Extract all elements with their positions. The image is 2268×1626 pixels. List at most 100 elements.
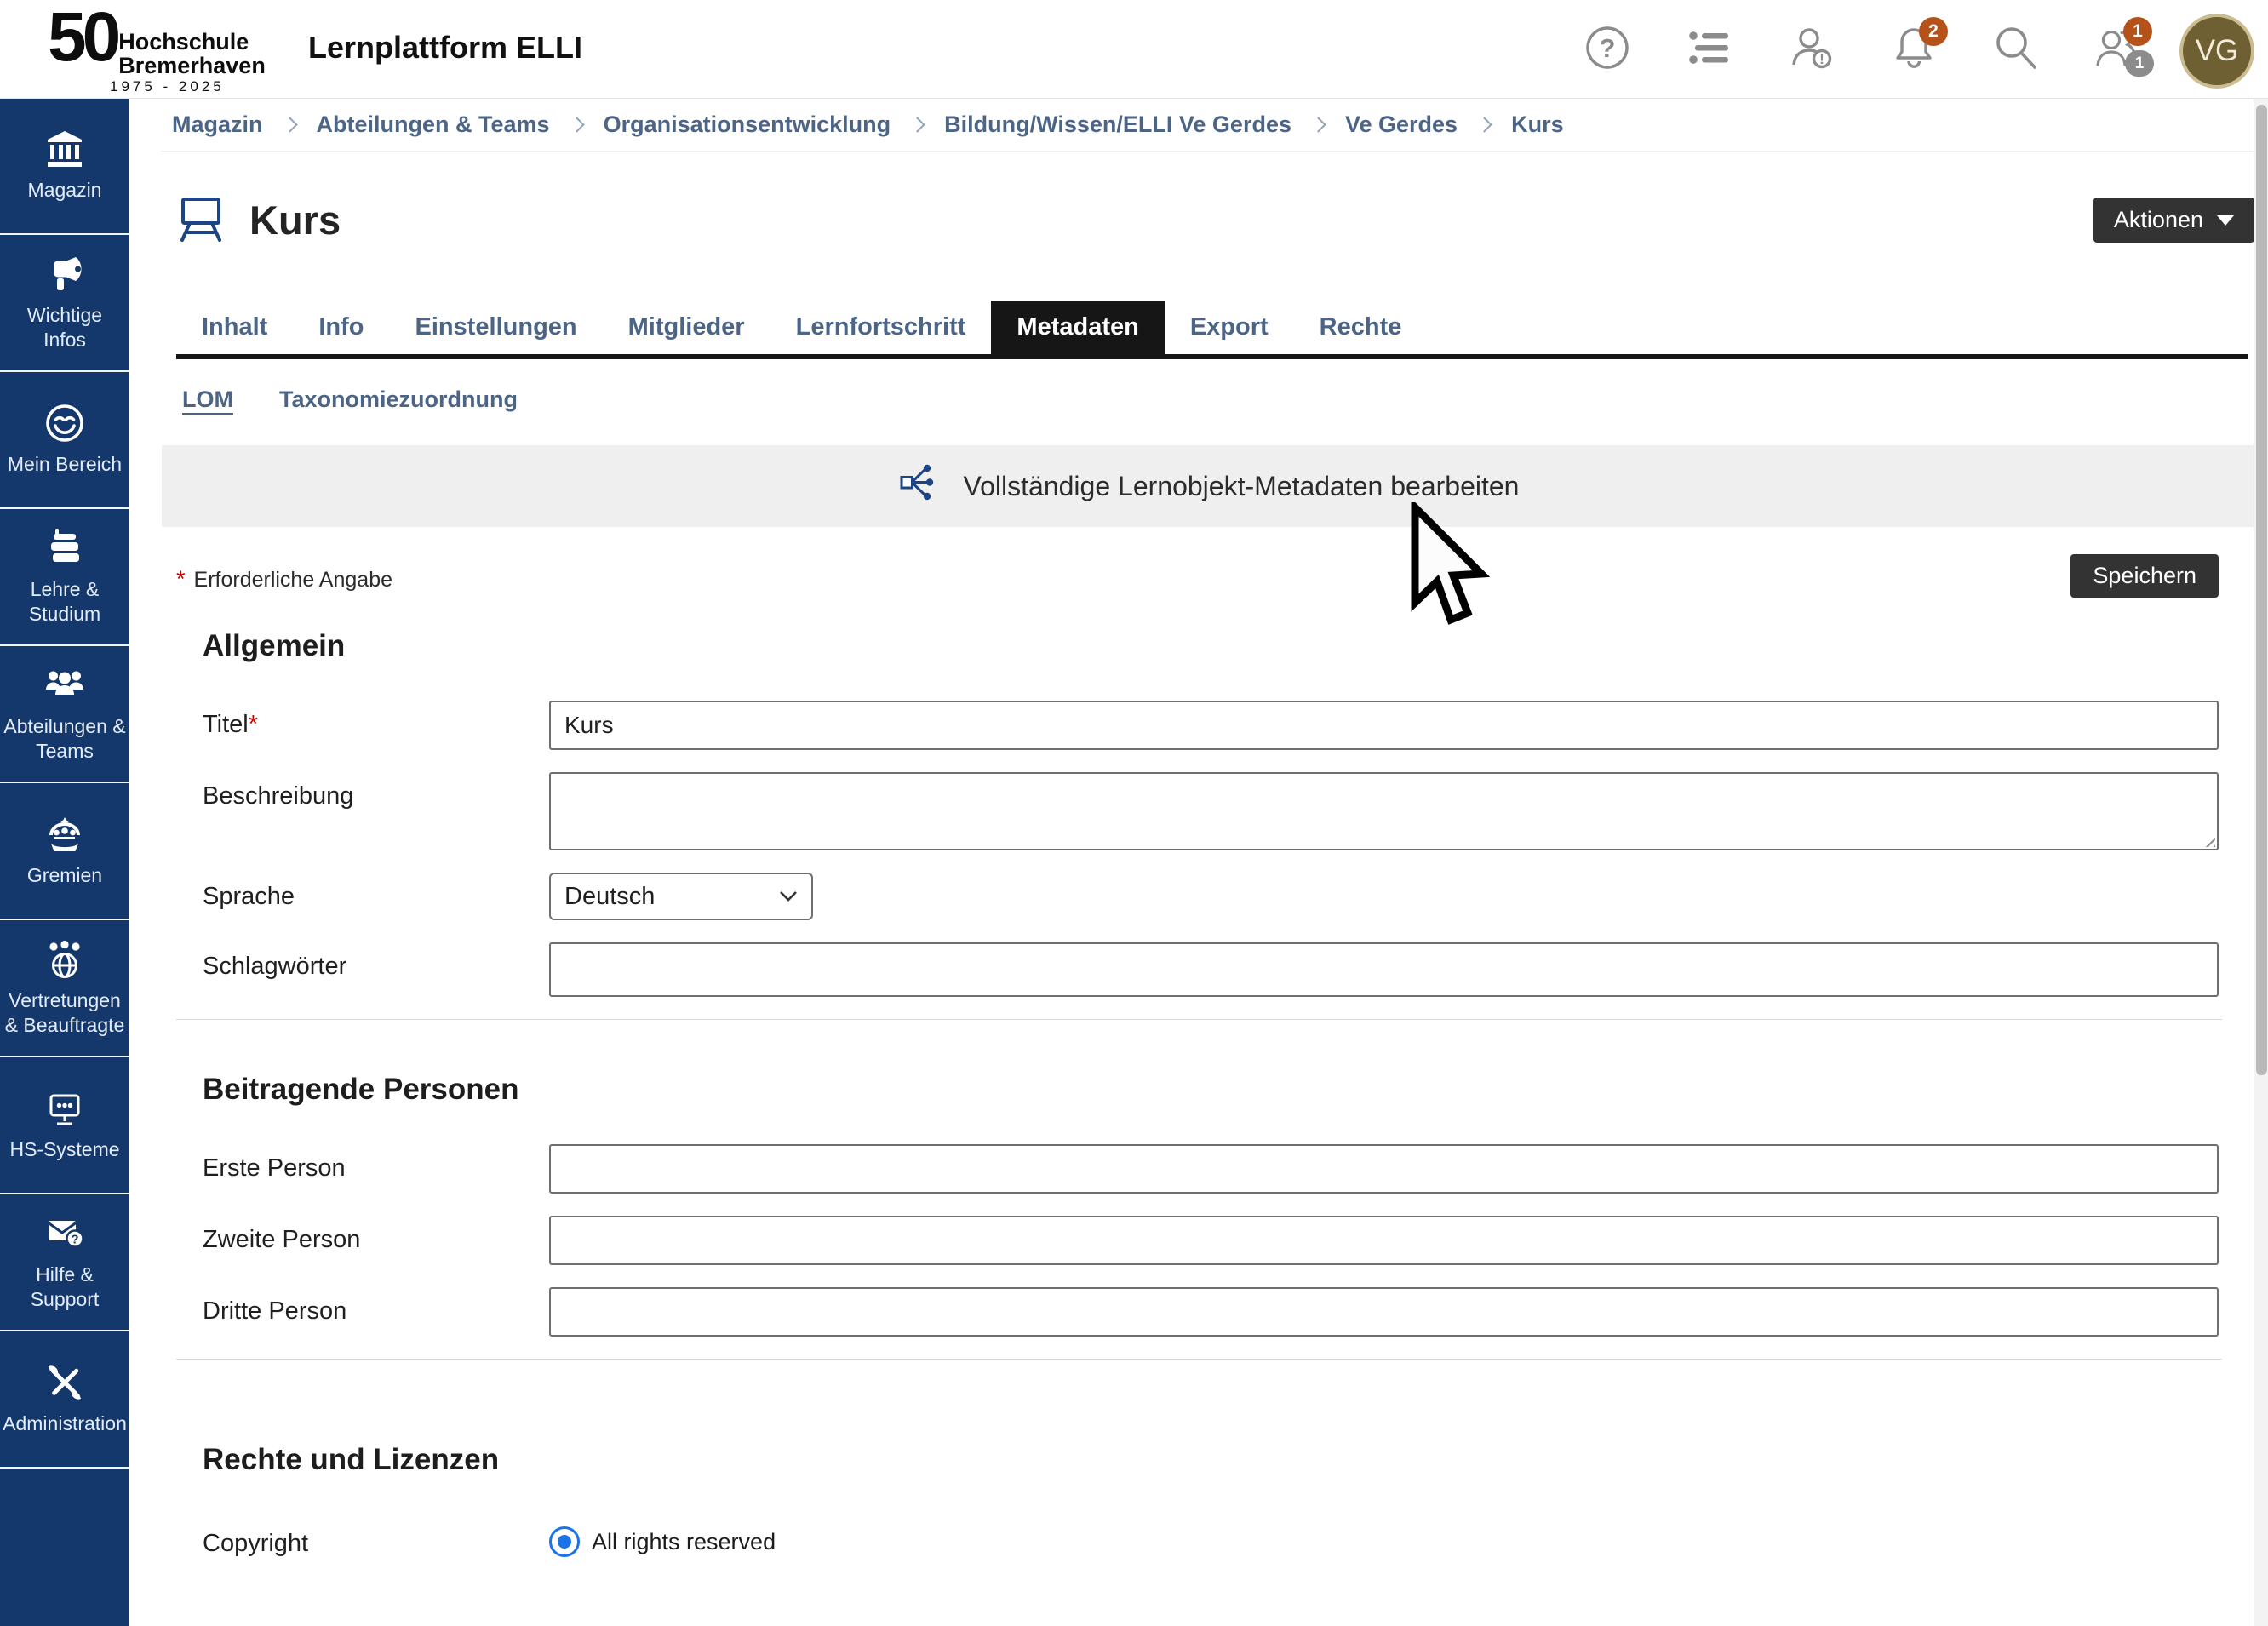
tab-info[interactable]: Info — [293, 301, 389, 354]
sidebar-item-gremien[interactable]: Gremien — [0, 783, 129, 920]
page-title: Kurs — [249, 197, 341, 243]
titel-label: Titel* — [203, 701, 549, 750]
sidebar-item-label: HS-Systeme — [9, 1137, 119, 1161]
sidebar-item-label: Lehre & Studium — [3, 577, 126, 625]
sidebar-item-administration[interactable]: Administration — [0, 1331, 129, 1469]
tab-metadaten[interactable]: Metadaten — [991, 301, 1164, 354]
save-button[interactable]: Speichern — [2070, 554, 2219, 598]
edit-full-metadata-banner[interactable]: Vollständige Lernobjekt-Metadaten bearbe… — [162, 445, 2256, 527]
notifications-bell-icon[interactable]: 2 — [1890, 24, 1938, 72]
tab-mitglieder[interactable]: Mitglieder — [603, 301, 770, 354]
logo-50: 50 — [48, 9, 117, 66]
breadcrumb-bildung-wissen[interactable]: Bildung/Wissen/ELLI Ve Gerdes — [944, 112, 1292, 138]
section-divider — [176, 1359, 2222, 1360]
sidebar-item-abteilungen-teams[interactable]: Abteilungen & Teams — [0, 646, 129, 783]
sidebar-item-hilfe-support[interactable]: ? Hilfe & Support — [0, 1194, 129, 1331]
chevron-right-icon — [1476, 117, 1492, 132]
megaphone-icon — [44, 254, 85, 295]
dritte-person-input[interactable] — [549, 1287, 2219, 1337]
sprache-selected-value: Deutsch — [564, 883, 655, 911]
bank-icon — [44, 129, 85, 169]
svg-text:!: ! — [1819, 51, 1824, 67]
schlagwoerter-input[interactable] — [549, 942, 2219, 997]
sidebar-item-label: Abteilungen & Teams — [3, 714, 126, 762]
erste-person-input[interactable] — [549, 1144, 2219, 1194]
zweite-person-input[interactable] — [549, 1216, 2219, 1265]
tab-lernfortschritt[interactable]: Lernfortschritt — [770, 301, 992, 354]
copyright-radio-label: All rights reserved — [592, 1529, 776, 1555]
vertical-scrollbar-thumb[interactable] — [2256, 105, 2267, 1075]
contacts-badge-new: 1 — [2123, 17, 2152, 46]
sidebar-item-label: Mein Bereich — [8, 452, 122, 476]
who-is-online-icon[interactable]: ! — [1788, 24, 1836, 72]
mail-question-icon: ? — [44, 1213, 85, 1254]
tab-bar: Inhalt Info Einstellungen Mitglieder Ler… — [176, 301, 2248, 359]
user-avatar[interactable]: VG — [2179, 14, 2254, 89]
sidebar-item-hs-systeme[interactable]: HS-Systeme — [0, 1057, 129, 1194]
hochschule-bremerhaven-logo[interactable]: 50 Hochschule Bremerhaven 1975 - 2025 — [48, 9, 266, 95]
main-sidebar: Magazin Wichtige Infos Mein Bereich — [0, 98, 129, 1626]
required-hint: *Erforderliche Angabe — [176, 559, 392, 593]
tab-inhalt[interactable]: Inhalt — [176, 301, 293, 354]
logo-years: 1975 - 2025 — [110, 78, 266, 95]
chevron-right-icon — [1310, 117, 1326, 132]
copyright-radio-selected[interactable] — [549, 1526, 580, 1557]
erste-person-label: Erste Person — [203, 1144, 549, 1194]
monitor-icon — [44, 1088, 85, 1129]
sprache-select[interactable]: Deutsch — [549, 873, 813, 920]
globe-people-icon — [44, 939, 85, 980]
actions-button[interactable]: Aktionen — [2093, 198, 2254, 243]
chevron-right-icon — [569, 117, 584, 132]
sidebar-item-wichtige-infos[interactable]: Wichtige Infos — [0, 235, 129, 372]
sidebar-item-magazin[interactable]: Magazin — [0, 98, 129, 235]
people-icon — [44, 665, 85, 706]
svg-text:?: ? — [1600, 33, 1616, 63]
subtab-lom[interactable]: LOM — [182, 386, 233, 413]
content-area: Magazin Abteilungen & Teams Organisation… — [162, 98, 2256, 1580]
help-icon[interactable]: ? — [1584, 24, 1631, 72]
top-bar: 50 Hochschule Bremerhaven 1975 - 2025 Le… — [0, 0, 2268, 99]
search-icon[interactable] — [1992, 24, 2040, 72]
zweite-person-label: Zweite Person — [203, 1216, 549, 1265]
breadcrumb-magazin[interactable]: Magazin — [172, 112, 263, 138]
banner-label: Vollständige Lernobjekt-Metadaten bearbe… — [964, 471, 1520, 502]
copyright-label: Copyright — [203, 1520, 549, 1558]
main-menu-list-icon[interactable] — [1686, 24, 1733, 72]
books-icon — [44, 528, 85, 569]
section-heading-rechte: Rechte und Lizenzen — [203, 1443, 2256, 1477]
breadcrumb-organisationsentwicklung[interactable]: Organisationsentwicklung — [604, 112, 891, 138]
sidebar-item-label: Hilfe & Support — [3, 1262, 126, 1310]
contacts-icon[interactable]: 1 1 — [2094, 24, 2142, 72]
sidebar-item-label: Administration — [3, 1411, 127, 1435]
course-easel-icon — [176, 192, 226, 248]
vertical-scrollbar-track[interactable] — [2254, 98, 2268, 1626]
smiley-icon — [44, 403, 85, 444]
tab-rechte[interactable]: Rechte — [1294, 301, 1428, 354]
beschreibung-label: Beschreibung — [203, 772, 549, 850]
dritte-person-label: Dritte Person — [203, 1287, 549, 1337]
contacts-badge-total: 1 — [2125, 50, 2154, 77]
app-title: Lernplattform ELLI — [308, 0, 582, 95]
section-heading-beitragende: Beitragende Personen — [203, 1073, 2256, 1107]
beschreibung-textarea[interactable] — [549, 772, 2219, 850]
sprache-label: Sprache — [203, 873, 549, 920]
sidebar-item-vertretungen[interactable]: Vertretungen & Beauftragte — [0, 920, 129, 1057]
titel-input[interactable] — [549, 701, 2219, 750]
notifications-badge: 2 — [1919, 17, 1948, 46]
sidebar-item-label: Vertretungen & Beauftragte — [3, 988, 126, 1036]
sidebar-item-mein-bereich[interactable]: Mein Bereich — [0, 372, 129, 509]
breadcrumb-abteilungen-teams[interactable]: Abteilungen & Teams — [317, 112, 550, 138]
subtab-taxonomiezuordnung[interactable]: Taxonomiezuordnung — [279, 386, 518, 413]
committee-icon — [44, 814, 85, 855]
chevron-right-icon — [282, 117, 297, 132]
section-divider — [176, 1019, 2222, 1020]
breadcrumb-ve-gerdes[interactable]: Ve Gerdes — [1345, 112, 1458, 138]
sidebar-item-lehre-studium[interactable]: Lehre & Studium — [0, 509, 129, 646]
tab-export[interactable]: Export — [1165, 301, 1294, 354]
sidebar-item-label: Gremien — [27, 863, 102, 887]
schlagwoerter-label: Schlagwörter — [203, 942, 549, 997]
breadcrumb: Magazin Abteilungen & Teams Organisation… — [162, 98, 2256, 152]
tab-einstellungen[interactable]: Einstellungen — [390, 301, 603, 354]
chevron-right-icon — [909, 117, 925, 132]
breadcrumb-kurs[interactable]: Kurs — [1511, 112, 1564, 138]
